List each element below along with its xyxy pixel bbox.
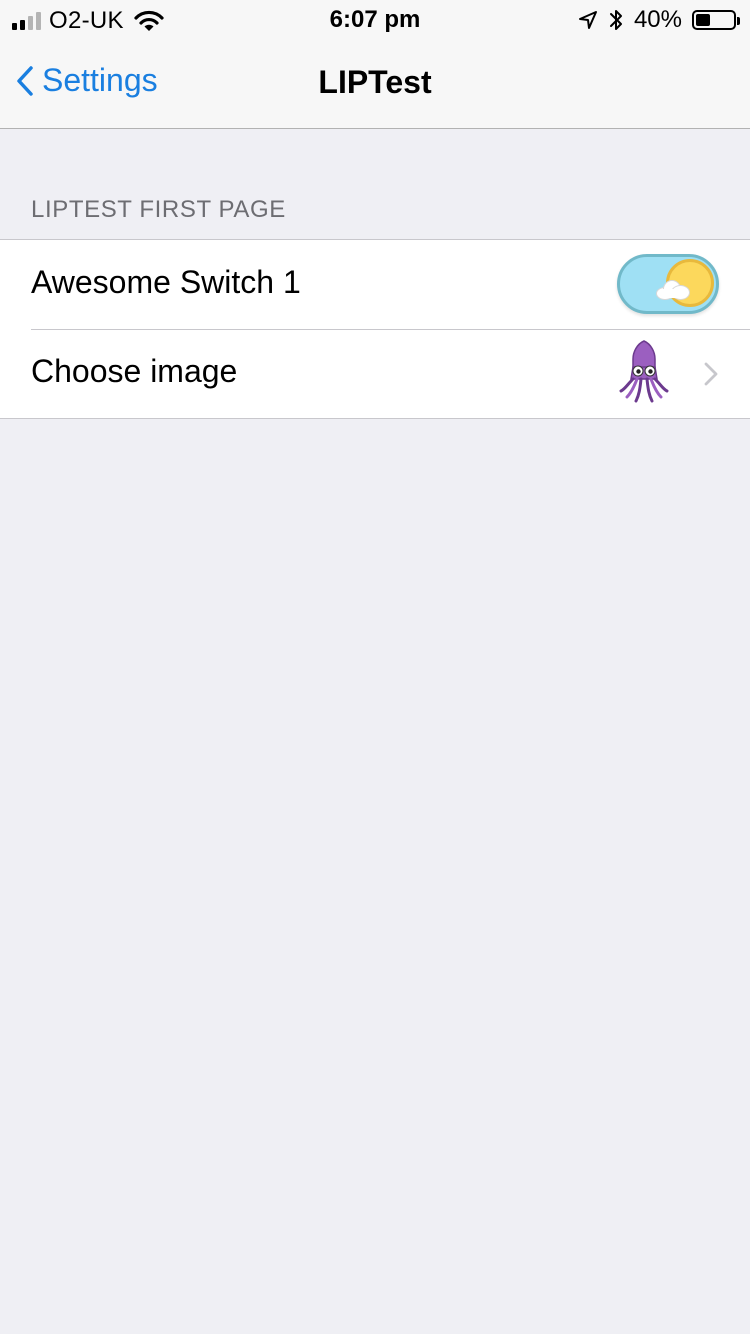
table-row-awesome-switch: Awesome Switch 1 [0, 240, 750, 329]
settings-table: Awesome Switch 1 Choose image [0, 239, 750, 419]
battery-percentage: 40% [633, 6, 682, 33]
battery-icon [692, 10, 740, 30]
navigation-bar: Settings LIPTest [0, 40, 750, 129]
row-label: Choose image [31, 353, 238, 389]
squid-icon [619, 340, 669, 403]
bluetooth-icon [609, 10, 622, 30]
location-arrow-icon [578, 11, 597, 29]
section-header: LIPTEST FIRST PAGE [31, 196, 286, 223]
status-bar: O2-UK 6:07 pm 40% [0, 0, 750, 40]
chevron-right-icon [704, 362, 718, 386]
status-bar-right: 40% [578, 6, 740, 34]
table-row-choose-image[interactable]: Choose image [0, 329, 750, 418]
page-title: LIPTest [318, 64, 432, 100]
cloud-icon [656, 279, 690, 300]
row-label: Awesome Switch 1 [31, 264, 301, 300]
awesome-switch-toggle[interactable] [617, 254, 719, 314]
